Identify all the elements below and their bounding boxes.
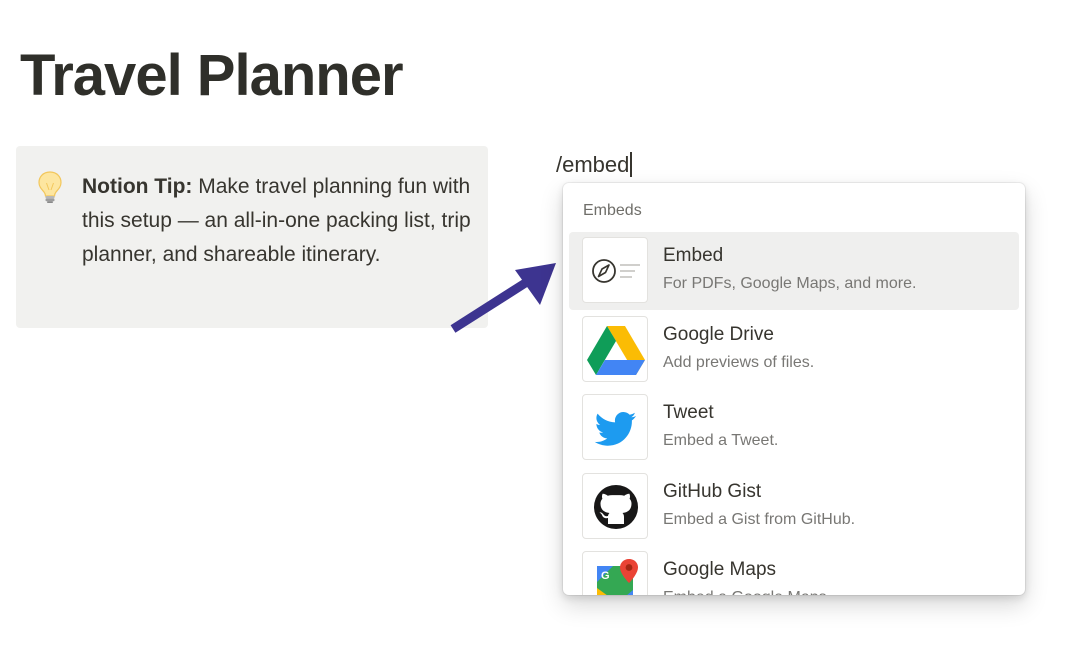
menu-item-embed[interactable]: Embed For PDFs, Google Maps, and more. [569, 232, 1019, 310]
menu-item-description: Embed a Tweet. [663, 432, 779, 449]
menu-item-github-gist[interactable]: GitHub Gist Embed a Gist from GitHub. [569, 468, 1019, 546]
menu-item-description: Embed a Gist from GitHub. [663, 511, 856, 528]
menu-item-title: Google Maps [663, 559, 777, 580]
text-caret [630, 152, 632, 177]
menu-item-tweet[interactable]: Tweet Embed a Tweet. [569, 389, 1019, 467]
menu-item-title: Tweet [663, 402, 714, 423]
embed-menu: Embeds Embed For PDFs, Google Maps, and … [563, 183, 1025, 595]
menu-item-description: Embed a Google Maps [663, 587, 827, 595]
github-icon [582, 473, 648, 539]
compass-embed-icon [582, 237, 648, 303]
twitter-bird-icon [582, 394, 648, 460]
callout-bold-label: Notion Tip: [82, 175, 193, 198]
slash-command-text: /embed [556, 152, 630, 177]
menu-item-description: For PDFs, Google Maps, and more. [663, 275, 917, 292]
menu-item-title: GitHub Gist [663, 481, 762, 502]
menu-item-google-drive[interactable]: Google Drive Add previews of files. [569, 311, 1019, 389]
lightbulb-icon [36, 170, 64, 204]
svg-text:G: G [601, 570, 610, 582]
menu-item-description: Add previews of files. [663, 354, 815, 371]
annotation-arrow-icon [450, 263, 556, 333]
menu-item-google-maps[interactable]: G Google Maps Embed a Google Maps [569, 546, 1019, 595]
page-title[interactable]: Travel Planner [20, 40, 404, 112]
menu-item-title: Embed [663, 245, 724, 266]
google-maps-icon: G [582, 551, 648, 595]
menu-item-title: Google Drive [663, 324, 774, 345]
slash-command-input[interactable]: /embed [556, 149, 632, 181]
google-drive-icon [582, 316, 648, 382]
callout-text[interactable]: Notion Tip: Make travel planning fun wit… [82, 170, 477, 272]
menu-section-header: Embeds [583, 202, 642, 219]
